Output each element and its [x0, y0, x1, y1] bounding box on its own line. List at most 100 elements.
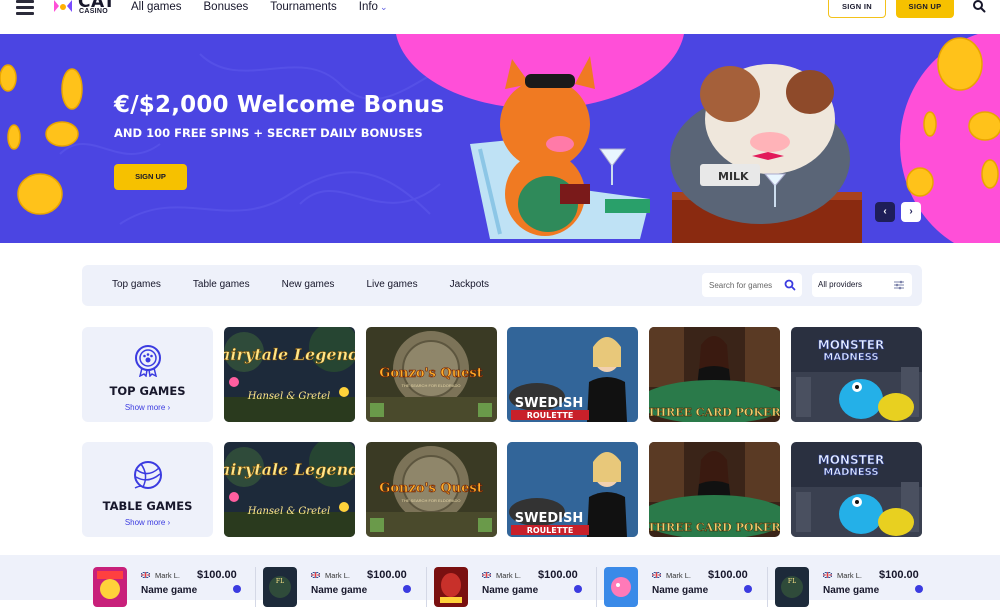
hero-sign-up-button[interactable]: SIGN UP	[114, 164, 187, 190]
game-tile-three-card-poker[interactable]: THREE CARD POKER	[649, 442, 780, 537]
game-subtitle: MADNESS	[823, 352, 878, 363]
chevron-down-icon: ⌄	[379, 2, 388, 12]
game-tile-fairytale-legends[interactable]: Fairytale Legends Hansel & Gretel	[224, 442, 355, 537]
providers-select-value: All providers	[818, 280, 863, 289]
game-title: THREE CARD POKER	[649, 406, 780, 419]
nav-info-label: Info	[358, 1, 378, 13]
uk-flag-icon	[652, 572, 661, 578]
game-title: Fairytale Legends	[224, 345, 355, 364]
winner-username: Mark L.	[496, 571, 522, 580]
winner-amount: $100.00	[367, 569, 407, 581]
winner-item[interactable]: Mark L. $100.00 Name game	[93, 567, 253, 607]
divider	[255, 567, 256, 607]
cat-logo-icon	[54, 0, 72, 12]
winner-game-name: Name game	[482, 585, 539, 596]
nav-info[interactable]: Info ⌄	[359, 0, 388, 14]
yarn-ball-icon	[134, 461, 162, 489]
game-tile-gonzos-quest[interactable]: Gonzo's Quest THE SEARCH FOR ELDORADO	[366, 442, 497, 537]
nav-all-games[interactable]: All games	[131, 0, 182, 14]
swedish-roulette-art: SWEDISH ROULETTE	[507, 327, 638, 422]
uk-flag-icon	[823, 572, 832, 578]
game-title: MONSTER	[818, 338, 884, 352]
monster-madness-art: MONSTER MADNESS	[791, 327, 922, 422]
recent-winners-strip: Mark L. $100.00 Name game FL Mark L. $10…	[0, 555, 1000, 607]
game-title: THREE CARD POKER	[649, 521, 780, 534]
game-tile-swedish-roulette[interactable]: SWEDISH ROULETTE	[507, 442, 638, 537]
tab-table-games[interactable]: Table games	[193, 279, 250, 290]
milk-sign-text: MILK	[718, 170, 749, 183]
show-more-link[interactable]: Show more ›	[82, 518, 213, 527]
filter-sliders-icon	[894, 280, 904, 290]
cat-casino-logo[interactable]: CAT CASINO	[52, 0, 115, 22]
svg-text:FL: FL	[788, 578, 796, 585]
game-tile-monster-madness[interactable]: MONSTER MADNESS	[791, 442, 922, 537]
slider-prev-button[interactable]: ‹	[875, 202, 895, 222]
game-tile-gonzos-quest[interactable]: Gonzo's Quest THE SEARCH FOR ELDORADO	[366, 327, 497, 422]
monster-madness-art: MONSTER MADNESS	[791, 442, 922, 537]
game-tile-swedish-roulette[interactable]: SWEDISH ROULETTE	[507, 327, 638, 422]
game-tile-monster-madness[interactable]: MONSTER MADNESS	[791, 327, 922, 422]
tab-live-games[interactable]: Live games	[366, 279, 417, 290]
uk-flag-icon	[311, 572, 320, 578]
svg-text:FL: FL	[276, 578, 284, 585]
filter-tabs: Top games Table games New games Live gam…	[112, 279, 521, 290]
swedish-roulette-art: SWEDISH ROULETTE	[507, 442, 638, 537]
nav-bonuses[interactable]: Bonuses	[204, 0, 249, 14]
providers-select[interactable]: All providers	[812, 273, 912, 297]
sign-up-button[interactable]: SIGN UP	[896, 0, 954, 18]
game-subtitle: Hansel & Gretel	[247, 391, 330, 402]
game-subtitle: ROULETTE	[527, 526, 574, 535]
game-title: Gonzo's Quest	[379, 366, 482, 381]
search-icon[interactable]	[784, 279, 796, 291]
game-subtitle: ROULETTE	[527, 411, 574, 420]
menu-icon[interactable]	[16, 0, 34, 16]
winner-item[interactable]: FL Mark L. $100.00 Name game	[767, 567, 935, 607]
game-title: SWEDISH	[515, 396, 583, 411]
three-card-poker-art: THREE CARD POKER	[649, 327, 780, 422]
game-tile-three-card-poker[interactable]: THREE CARD POKER	[649, 327, 780, 422]
top-header: CAT CASINO All games Bonuses Tournaments…	[0, 0, 1000, 34]
game-tile-fairytale-legends[interactable]: Fairytale Legends Hansel & Gretel	[224, 327, 355, 422]
game-subtitle: MADNESS	[823, 467, 878, 478]
game-subtitle: Hansel & Gretel	[247, 506, 330, 517]
slider-next-button[interactable]: ›	[901, 202, 921, 222]
logo-subtitle: CASINO	[79, 8, 109, 15]
category-card-top-games[interactable]: TOP GAMES Show more ›	[82, 327, 213, 422]
fairytale-legends-art: Fairytale Legends Hansel & Gretel	[224, 442, 355, 537]
winner-game-thumb: FL	[263, 567, 297, 607]
winner-game-name: Name game	[311, 585, 368, 596]
winner-amount: $100.00	[708, 569, 748, 581]
category-card-table-games[interactable]: TABLE GAMES Show more ›	[82, 442, 213, 537]
hero-banner: MILK €/$2,000 Welcome Bonus AND 100 FREE…	[0, 34, 1000, 243]
winner-game-thumb	[434, 567, 468, 607]
nav-tournaments[interactable]: Tournaments	[270, 0, 336, 14]
info-icon[interactable]	[915, 585, 923, 593]
info-icon[interactable]	[403, 585, 411, 593]
search-icon[interactable]	[972, 0, 986, 14]
winner-item[interactable]: Mark L. $100.00 Name game	[426, 567, 594, 607]
winner-amount: $100.00	[879, 569, 919, 581]
info-icon[interactable]	[233, 585, 241, 593]
game-subtitle: THE SEARCH FOR ELDORADO	[402, 383, 461, 388]
winner-item[interactable]: Mark L. $100.00 Name game	[596, 567, 764, 607]
game-title: Gonzo's Quest	[379, 481, 482, 496]
winner-game-thumb	[93, 567, 127, 607]
winner-item[interactable]: FL Mark L. $100.00 Name game	[255, 567, 423, 607]
category-title: TABLE GAMES	[102, 499, 193, 513]
game-search	[702, 273, 802, 297]
winner-username: Mark L.	[325, 571, 351, 580]
divider	[426, 567, 427, 607]
tab-top-games[interactable]: Top games	[112, 279, 161, 290]
show-more-link[interactable]: Show more ›	[82, 403, 213, 412]
tab-jackpots[interactable]: Jackpots	[450, 279, 489, 290]
info-icon[interactable]	[574, 585, 582, 593]
tab-new-games[interactable]: New games	[282, 279, 335, 290]
game-search-input[interactable]	[702, 273, 782, 297]
info-icon[interactable]	[744, 585, 752, 593]
gonzos-quest-art: Gonzo's Quest THE SEARCH FOR ELDORADO	[366, 442, 497, 537]
sign-in-button[interactable]: SIGN IN	[828, 0, 886, 18]
winner-game-name: Name game	[652, 585, 709, 596]
gonzos-quest-art: Gonzo's Quest THE SEARCH FOR ELDORADO	[366, 327, 497, 422]
game-title: SWEDISH	[515, 511, 583, 526]
game-title: Fairytale Legends	[224, 460, 355, 479]
